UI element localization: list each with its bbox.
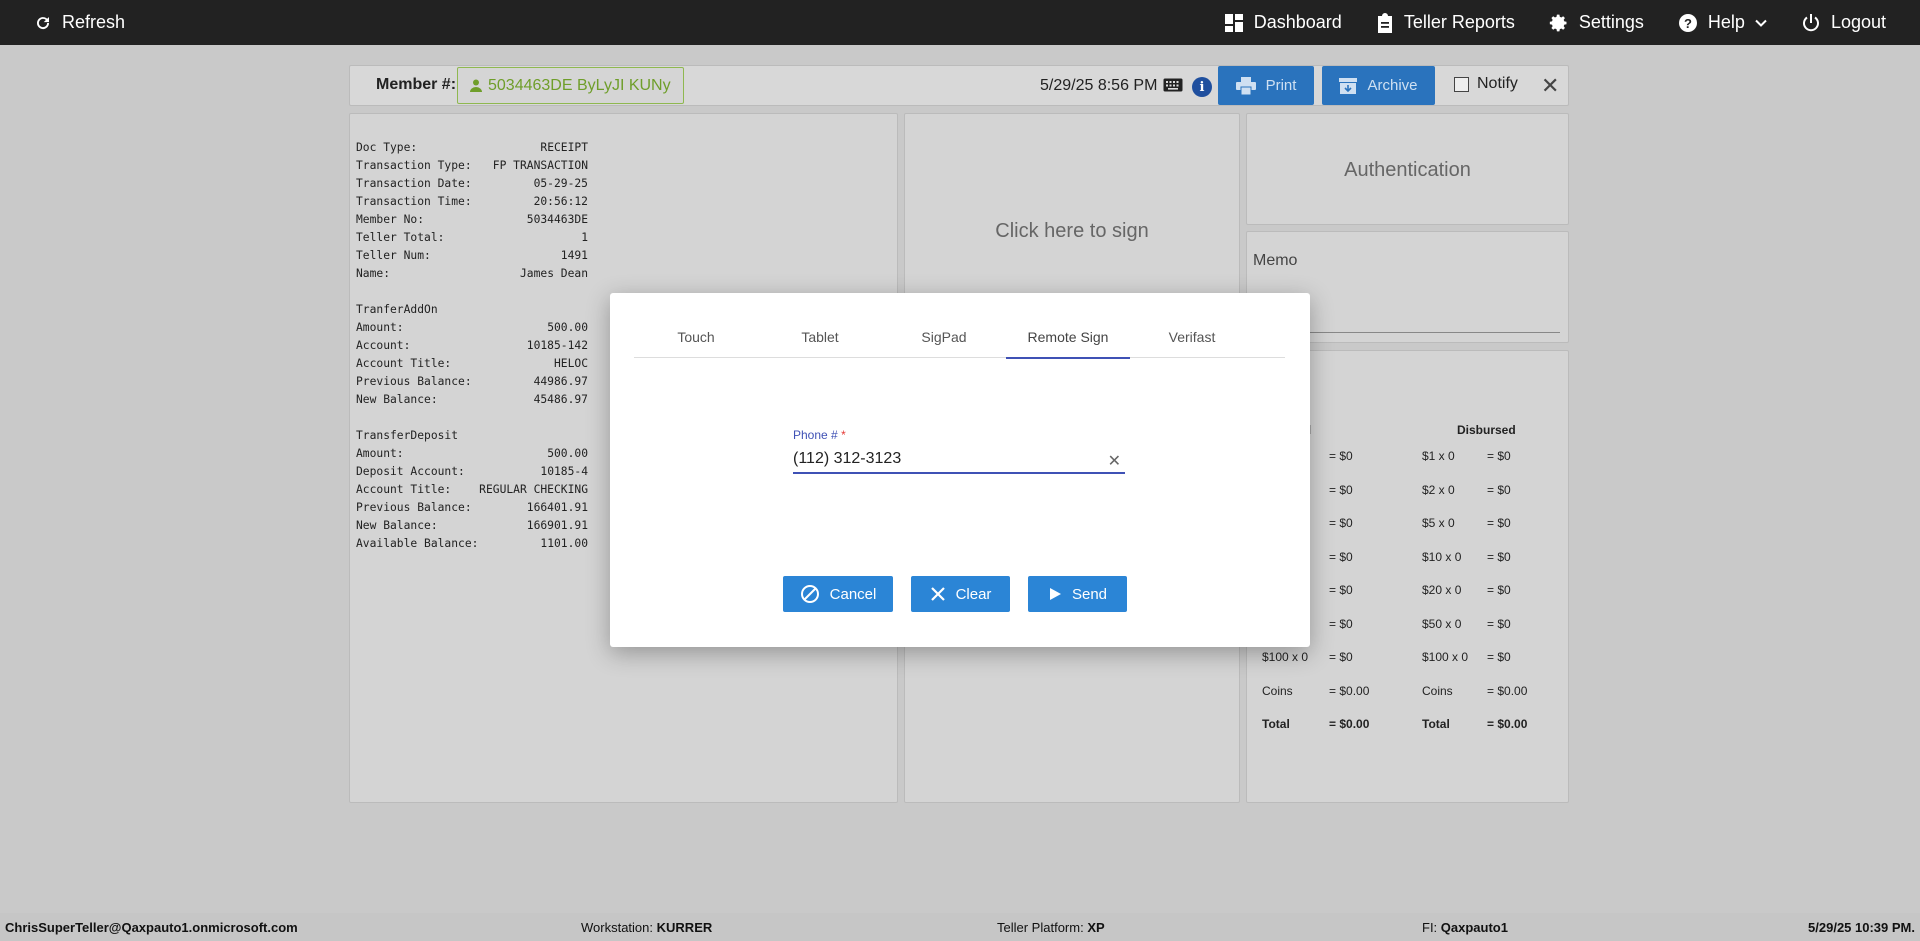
tab-remote-sign[interactable]: Remote Sign <box>1006 315 1130 359</box>
phone-input[interactable] <box>793 447 1093 468</box>
play-icon <box>1049 588 1061 600</box>
required-mark: * <box>841 428 846 442</box>
close-icon <box>930 587 945 601</box>
signature-method-dialog: Touch Tablet SigPad Remote Sign Verifast… <box>610 293 1310 647</box>
signature-method-tabs: Touch Tablet SigPad Remote Sign Verifast <box>634 315 1285 359</box>
clear-button[interactable]: Clear <box>911 576 1010 612</box>
phone-field: Phone # * ✕ <box>793 428 1125 474</box>
phone-input-wrapper: ✕ <box>793 447 1125 474</box>
phone-label-text: Phone # <box>793 428 838 442</box>
clear-input-icon[interactable]: ✕ <box>1108 451 1121 471</box>
send-button[interactable]: Send <box>1028 576 1127 612</box>
phone-label: Phone # * <box>793 428 1125 442</box>
cancel-label: Cancel <box>829 585 877 603</box>
cancel-button[interactable]: Cancel <box>783 576 893 612</box>
tab-sigpad[interactable]: SigPad <box>882 315 1006 358</box>
tab-verifast[interactable]: Verifast <box>1130 315 1254 358</box>
ban-icon <box>800 585 819 603</box>
tab-tablet[interactable]: Tablet <box>758 315 882 358</box>
clear-label: Clear <box>955 585 992 603</box>
send-label: Send <box>1071 585 1108 603</box>
tab-touch[interactable]: Touch <box>634 315 758 358</box>
